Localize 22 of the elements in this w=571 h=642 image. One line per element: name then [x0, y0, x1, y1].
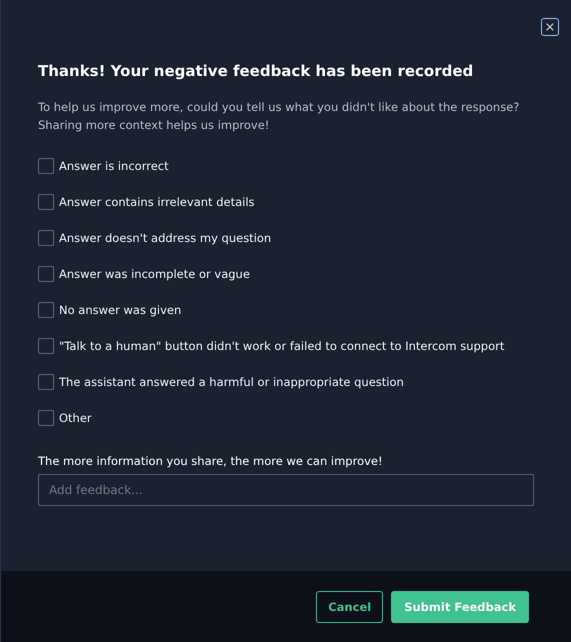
cancel-button[interactable]: Cancel [316, 590, 384, 622]
checkbox[interactable] [38, 158, 54, 174]
checkbox-label: Answer contains irrelevant details [59, 195, 255, 209]
dialog-description: To help us improve more, could you tell us what you didn't like about the response? Sharing more context helps us improve! [38, 99, 520, 134]
checkbox-label: Answer was incomplete or vague [59, 267, 250, 281]
checkbox-label: "Talk to a human" button didn't work or failed to connect to Intercom support [59, 339, 504, 353]
checkbox-label: Answer is incorrect [59, 159, 169, 173]
checkbox-label: Other [59, 411, 92, 425]
feedback-label: The more information you share, the more we can improve! [38, 454, 384, 468]
checkbox[interactable] [38, 374, 54, 390]
checkbox[interactable] [38, 410, 54, 426]
close-button[interactable]: × [541, 18, 559, 36]
checkbox[interactable] [38, 302, 54, 318]
checkbox-label: Answer doesn't address my question [59, 231, 272, 245]
checkbox-label: No answer was given [59, 303, 182, 317]
checkbox[interactable] [38, 338, 54, 354]
checkbox[interactable] [38, 194, 54, 210]
feedback-input[interactable]: Add feedback... [38, 474, 534, 506]
checkbox-label: The assistant answered a harmful or inappropriate question [59, 375, 404, 389]
checkbox[interactable] [38, 230, 54, 246]
checkbox[interactable] [38, 266, 54, 282]
dialog-title: Thanks! Your negative feedback has been recorded [38, 62, 474, 80]
